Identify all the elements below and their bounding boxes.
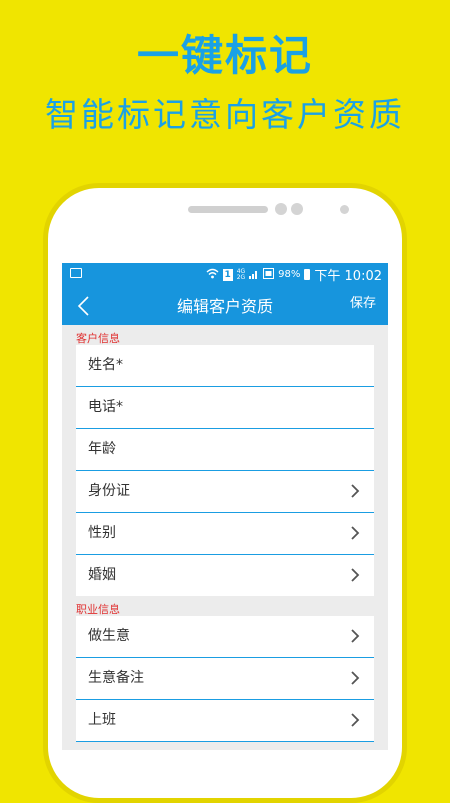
field-label: 电话* <box>88 399 123 415</box>
field-name[interactable]: 姓名* <box>76 345 374 387</box>
chevron-right-icon <box>350 671 360 685</box>
promo-title: 一键标记 <box>136 31 313 80</box>
field-business-note[interactable]: 生意备注 <box>76 658 374 700</box>
hd-icon <box>263 267 275 282</box>
chevron-right-icon <box>350 629 360 643</box>
field-age[interactable]: 年龄 <box>76 429 374 471</box>
save-button[interactable]: 保存 <box>350 283 376 325</box>
field-label: 婚姻 <box>88 567 116 583</box>
phone-speaker <box>188 206 268 213</box>
promo-subtitle: 智能标记意向客户资质 <box>45 95 405 134</box>
field-label: 身份证 <box>88 483 130 499</box>
phone-sensor <box>275 203 287 215</box>
phone-camera <box>291 203 303 215</box>
field-label: 年龄 <box>88 441 116 457</box>
chevron-right-icon <box>350 484 360 498</box>
chevron-right-icon <box>350 713 360 727</box>
battery-icon <box>304 269 311 280</box>
nav-bar: 编辑客户资质 保存 <box>62 283 388 325</box>
field-label: 姓名* <box>88 357 123 373</box>
field-label: 性别 <box>88 525 116 541</box>
image-notification-icon <box>70 268 82 278</box>
sim-slot-icon: 1 <box>222 268 233 281</box>
wifi-icon <box>206 268 219 282</box>
status-time: 下午 10:02 <box>314 269 382 284</box>
section-label-customer: 客户信息 <box>76 332 120 345</box>
field-gender[interactable]: 性别 <box>76 513 374 555</box>
field-phone[interactable]: 电话* <box>76 387 374 429</box>
section-label-career: 职业信息 <box>76 603 120 616</box>
phone-light-sensor <box>340 205 349 214</box>
field-id-card[interactable]: 身份证 <box>76 471 374 513</box>
field-label: 做生意 <box>88 628 130 644</box>
network-type: 4G 2G <box>236 268 246 281</box>
chevron-right-icon <box>350 526 360 540</box>
signal-icon <box>249 268 259 282</box>
field-employment[interactable]: 上班 <box>76 700 374 742</box>
field-label: 生意备注 <box>88 670 144 686</box>
status-bar: 1 4G 2G 98% 下午 10:02 <box>62 263 388 284</box>
field-business[interactable]: 做生意 <box>76 616 374 658</box>
field-label: 上班 <box>88 712 116 728</box>
chevron-right-icon <box>350 568 360 582</box>
network-bottom: 2G <box>236 273 246 281</box>
field-marriage[interactable]: 婚姻 <box>76 555 374 596</box>
page-title: 编辑客户资质 <box>176 297 273 316</box>
career-info-group: 做生意 生意备注 上班 <box>76 616 374 742</box>
customer-info-group: 姓名* 电话* 年龄 身份证 性别 婚姻 <box>76 345 374 596</box>
battery-percent: 98% <box>278 269 301 280</box>
app-screen: 1 4G 2G 98% 下午 10:02 编辑客户资质 保存 客户信息 姓名* <box>62 263 388 750</box>
